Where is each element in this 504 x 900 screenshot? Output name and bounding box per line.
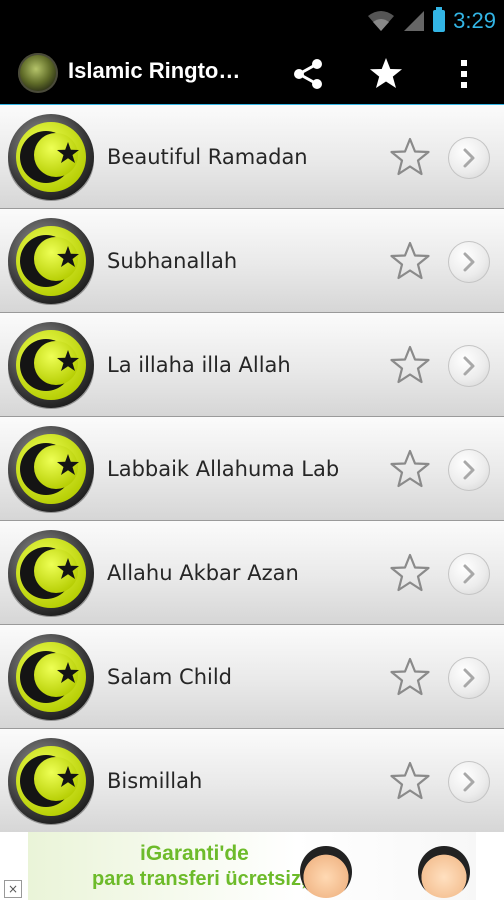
favorite-star-button[interactable] — [389, 656, 431, 698]
open-detail-button[interactable] — [448, 449, 490, 491]
app-logo[interactable] — [18, 53, 58, 93]
crescent-star-icon — [8, 218, 94, 305]
list-item[interactable]: La illaha illa Allah — [0, 313, 504, 417]
chevron-right-icon — [463, 252, 475, 272]
app-bar: Islamic Ringto… — [0, 42, 504, 107]
app-title: Islamic Ringto… — [68, 58, 241, 83]
crescent-star-icon — [8, 426, 94, 513]
star-icon — [370, 58, 402, 88]
status-time: 3:29 — [453, 8, 496, 33]
open-detail-button[interactable] — [448, 553, 490, 595]
chevron-right-icon — [463, 772, 475, 792]
ad-subline: para transferi ücretsiz, — [92, 868, 307, 890]
favorite-star-button[interactable] — [389, 136, 431, 178]
more-vert-icon — [461, 60, 467, 88]
open-detail-button[interactable] — [448, 657, 490, 699]
favorites-button[interactable] — [366, 54, 406, 94]
open-detail-button[interactable] — [448, 137, 490, 179]
open-detail-button[interactable] — [448, 761, 490, 803]
crescent-star-icon — [8, 322, 94, 409]
open-detail-button[interactable] — [448, 241, 490, 283]
ad-close-button[interactable]: × — [4, 880, 22, 898]
ad-character-image — [300, 846, 352, 898]
list-item[interactable]: Subhanallah — [0, 209, 504, 313]
signal-icon — [404, 11, 425, 31]
list-item[interactable]: Labbaik Allahuma Lab — [0, 417, 504, 521]
list-item[interactable]: Allahu Akbar Azan — [0, 521, 504, 625]
open-detail-button[interactable] — [448, 345, 490, 387]
list-item[interactable]: Salam Child — [0, 625, 504, 729]
favorite-star-button[interactable] — [389, 240, 431, 282]
favorite-star-button[interactable] — [389, 760, 431, 802]
chevron-right-icon — [463, 148, 475, 168]
ad-character-image — [418, 846, 470, 898]
wifi-icon — [368, 11, 395, 31]
battery-icon — [433, 7, 446, 32]
overflow-menu-button[interactable] — [444, 54, 484, 94]
ad-content[interactable]: iGaranti'de para transferi ücretsiz, — [28, 832, 476, 900]
ringtone-title: Beautiful Ramadan — [107, 145, 308, 169]
ringtone-title: La illaha illa Allah — [107, 353, 291, 377]
ringtone-list[interactable]: Beautiful Ramadan Subhanallah La illaha … — [0, 105, 504, 832]
favorite-star-button[interactable] — [389, 552, 431, 594]
share-button[interactable] — [288, 54, 328, 94]
share-icon — [294, 59, 322, 89]
ringtone-title: Bismillah — [107, 769, 203, 793]
ad-headline: iGaranti'de — [140, 842, 249, 865]
chevron-right-icon — [463, 356, 475, 376]
ringtone-title: Subhanallah — [107, 249, 238, 273]
ad-banner[interactable]: iGaranti'de para transferi ücretsiz, × — [0, 832, 504, 900]
status-bar: 3:29 — [0, 0, 504, 42]
crescent-star-icon — [8, 530, 94, 617]
crescent-star-icon — [8, 114, 94, 201]
crescent-star-icon — [8, 738, 94, 825]
ringtone-title: Labbaik Allahuma Lab — [107, 457, 340, 481]
list-item[interactable]: Beautiful Ramadan — [0, 105, 504, 209]
chevron-right-icon — [463, 564, 475, 584]
crescent-star-icon — [8, 634, 94, 721]
favorite-star-button[interactable] — [389, 344, 431, 386]
ringtone-title: Allahu Akbar Azan — [107, 561, 299, 585]
favorite-star-button[interactable] — [389, 448, 431, 490]
list-item[interactable]: Bismillah — [0, 729, 504, 832]
chevron-right-icon — [463, 460, 475, 480]
status-icons: 3:29 — [367, 6, 496, 36]
ringtone-title: Salam Child — [107, 665, 233, 689]
chevron-right-icon — [463, 668, 475, 688]
